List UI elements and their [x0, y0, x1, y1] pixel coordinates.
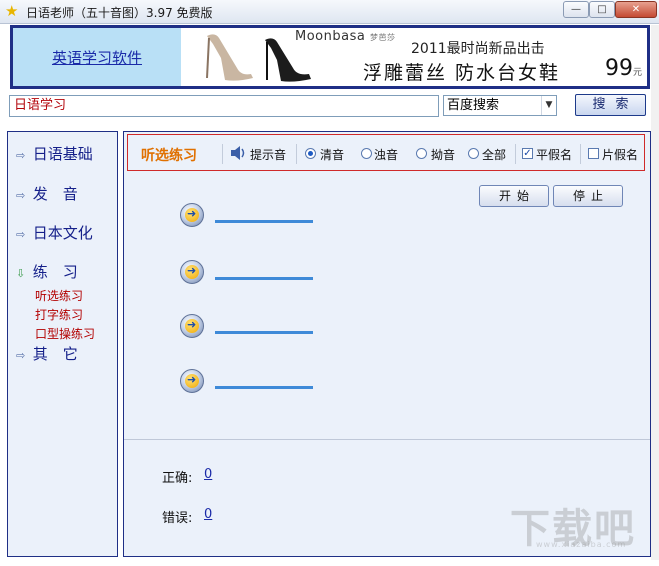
sidebar-item-pronunciation[interactable]: ⇨ 发 音 [16, 183, 78, 204]
radio-all[interactable] [468, 148, 479, 159]
play-arrow-icon[interactable] [180, 203, 204, 227]
ad-price-unit: 元 [633, 68, 643, 78]
sidebar-item-label: 练 习 [32, 263, 78, 281]
results-divider [124, 439, 650, 440]
start-button[interactable]: 开始 [479, 185, 549, 207]
toolbar-separator [296, 144, 297, 164]
watermark: 下载吧 www.xiazaiba.com [510, 496, 650, 552]
ad-slogan[interactable]: 浮雕蕾丝 防水台女鞋 [363, 58, 560, 85]
ad-price-value: 99 [605, 56, 633, 81]
checkbox-katakana-label[interactable]: 片假名 [602, 146, 638, 163]
watermark-url: www.xiazaiba.com [536, 540, 627, 549]
answer-row [180, 314, 320, 340]
banner: 英语学习软件 Moonbasa 梦芭莎 2011最时尚新品出击 浮雕蕾丝 防水台… [10, 25, 650, 89]
search-engine-value: 百度搜索 [447, 98, 500, 113]
answer-row [180, 203, 320, 229]
sidebar-subitem-typing[interactable]: 打字练习 [35, 306, 83, 323]
checkbox-katakana[interactable] [588, 148, 599, 159]
correct-label: 正确: [162, 471, 193, 486]
search-engine-select[interactable]: 百度搜索 ▼ [443, 95, 557, 116]
arrow-right-icon: ⇨ [16, 349, 26, 362]
sidebar-subitem-mouth[interactable]: 口型操练习 [35, 325, 95, 342]
window-title: 日语老师（五十音图）3.97 免费版 [26, 6, 213, 20]
maximize-button[interactable]: □ [589, 1, 615, 18]
ad-price[interactable]: 99元 [605, 56, 642, 81]
title-bar: ★ 日语老师（五十音图）3.97 免费版 — □ ✕ [0, 0, 659, 24]
answer-blank [215, 220, 313, 223]
wrong-count[interactable]: 0 [204, 507, 212, 522]
sidebar: ⇨ 日语基础 ⇨ 发 音 ⇨ 日本文化 ⇩ 练 习 听选练习 打字练习 口型操练… [7, 131, 118, 557]
practice-title: 听选练习 [141, 148, 197, 164]
ad-brand[interactable]: Moonbasa 梦芭莎 [295, 29, 395, 44]
radio-youon[interactable] [416, 148, 427, 159]
stop-button[interactable]: 停止 [553, 185, 623, 207]
play-arrow-icon[interactable] [180, 314, 204, 338]
radio-seion-label[interactable]: 清音 [320, 146, 344, 163]
sidebar-subitem-listening[interactable]: 听选练习 [35, 287, 83, 304]
sidebar-item-culture[interactable]: ⇨ 日本文化 [16, 222, 93, 243]
radio-dakuon-label[interactable]: 浊音 [374, 146, 398, 163]
main-panel: 听选练习 提示音 清音 浊音 拗音 全部 ✓ 平假名 片假名 开始 停止 ➜ ➜… [123, 131, 651, 557]
ad-brand-text: Moonbasa [295, 29, 366, 44]
toolbar-separator [515, 144, 516, 164]
sidebar-item-label: 其 它 [32, 345, 78, 363]
banner-link-area: 英语学习软件 [13, 28, 181, 86]
sidebar-item-label: 日本文化 [32, 224, 93, 242]
search-button[interactable]: 搜索 [575, 94, 646, 116]
right-edge [651, 25, 659, 560]
speaker-icon[interactable] [229, 144, 247, 162]
toolbar-separator [580, 144, 581, 164]
search-input[interactable]: 日语学习 [9, 95, 439, 117]
sidebar-item-other[interactable]: ⇨ 其 它 [16, 343, 78, 364]
app-star-icon: ★ [5, 2, 19, 20]
radio-all-label[interactable]: 全部 [482, 146, 506, 163]
radio-youon-label[interactable]: 拗音 [431, 146, 455, 163]
ad-headline[interactable]: 2011最时尚新品出击 [411, 38, 545, 58]
checkbox-hiragana[interactable]: ✓ [522, 148, 533, 159]
play-arrow-icon[interactable] [180, 369, 204, 393]
arrow-down-icon: ⇩ [16, 267, 26, 280]
sidebar-item-practice[interactable]: ⇩ 练 习 [16, 261, 78, 282]
answer-row [180, 260, 320, 286]
close-button[interactable]: ✕ [615, 1, 657, 18]
sound-hint-label[interactable]: 提示音 [250, 146, 286, 163]
answer-blank [215, 331, 313, 334]
radio-dakuon[interactable] [361, 148, 372, 159]
dropdown-arrow-icon[interactable]: ▼ [541, 96, 556, 115]
sidebar-item-label: 发 音 [32, 185, 78, 203]
sidebar-item-label: 日语基础 [32, 145, 93, 163]
practice-toolbar: 听选练习 提示音 清音 浊音 拗音 全部 ✓ 平假名 片假名 [127, 134, 645, 171]
arrow-right-icon: ⇨ [16, 228, 26, 241]
radio-seion[interactable] [305, 148, 316, 159]
minimize-button[interactable]: — [563, 1, 589, 18]
arrow-right-icon: ⇨ [16, 189, 26, 202]
correct-count[interactable]: 0 [204, 467, 212, 482]
arrow-right-icon: ⇨ [16, 149, 26, 162]
play-arrow-icon[interactable] [180, 260, 204, 284]
checkbox-hiragana-label[interactable]: 平假名 [536, 146, 572, 163]
toolbar-separator [222, 144, 223, 164]
ad-brand-sub: 梦芭莎 [369, 33, 396, 42]
answer-row [180, 369, 320, 395]
answer-blank [215, 386, 313, 389]
sidebar-item-basics[interactable]: ⇨ 日语基础 [16, 143, 93, 164]
wrong-label: 错误: [162, 511, 193, 526]
english-software-link[interactable]: 英语学习软件 [52, 47, 142, 68]
answer-blank [215, 277, 313, 280]
